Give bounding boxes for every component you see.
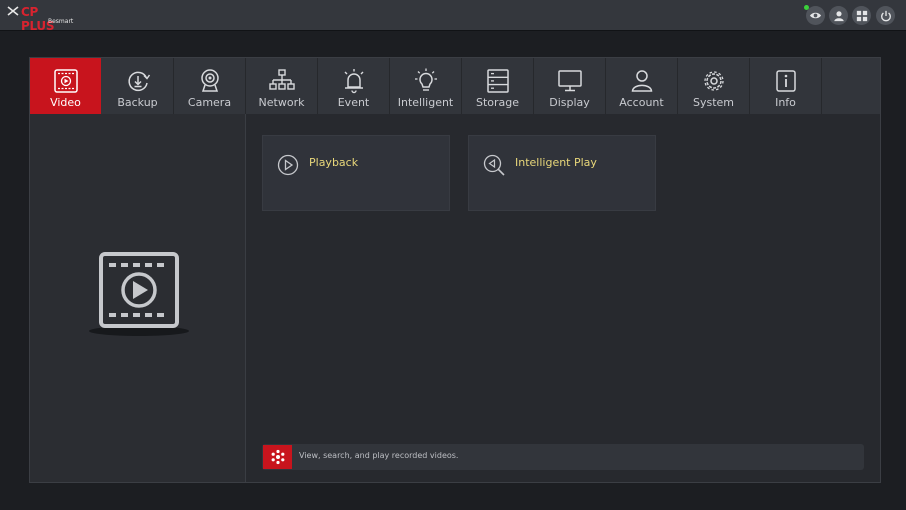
main-menu-panel: Video Backup Camera Network Event Intell… [29,57,881,483]
tab-info[interactable]: Info [750,58,821,114]
account-icon [631,70,652,92]
tab-event[interactable]: Event [318,58,389,114]
tab-label: System [692,96,735,109]
brand-logo: CP PLUS Besmart [7,3,73,33]
hint-icon-badge [263,445,292,469]
tab-display[interactable]: Display [534,58,605,114]
info-hint-text: View, search, and play recorded videos. [299,451,459,460]
layout-grid-button[interactable] [852,6,871,25]
intelligent-play-label: Intelligent Play [515,156,597,169]
playback-card[interactable]: Playback [262,135,450,211]
snowflake-hint-icon [271,449,284,465]
power-icon [880,10,891,21]
tab-intelligent[interactable]: Intelligent [390,58,461,114]
brand-tagline: Besmart [48,18,74,25]
tab-label: Info [775,96,796,109]
tab-label: Camera [187,96,232,109]
tab-divider [821,58,822,114]
tab-label: Backup [117,96,158,109]
main-tab-bar: Video Backup Camera Network Event Intell… [30,58,880,119]
network-icon [268,69,295,90]
intelligent-bulb-icon [414,68,437,91]
tab-label: Intelligent [397,96,454,109]
eye-icon [809,12,822,19]
grid-icon [856,10,867,21]
tab-label: Network [258,96,305,109]
intelligent-play-icon [483,154,505,176]
user-icon [833,10,844,21]
tab-storage[interactable]: Storage [462,58,533,114]
tab-network[interactable]: Network [246,58,317,114]
video-play-icon [53,69,78,93]
tab-backup[interactable]: Backup [102,58,173,114]
tab-account[interactable]: Account [606,58,677,114]
brand-mark-icon [7,6,19,16]
top-bar: CP PLUS Besmart [0,0,906,33]
tab-label: Storage [475,96,520,109]
storage-icon [486,69,509,93]
backup-icon [127,71,150,92]
intelligent-play-card[interactable]: Intelligent Play [468,135,656,211]
tab-system[interactable]: System [678,58,749,114]
event-alarm-icon [344,69,363,94]
tab-label: Video [50,96,81,109]
preview-eye-button[interactable] [806,6,825,25]
power-button[interactable] [876,6,895,25]
video-play-large-icon [89,252,189,336]
camera-icon [200,69,219,92]
tab-label: Event [337,96,370,109]
playback-label: Playback [309,156,359,169]
user-button[interactable] [829,6,848,25]
tab-label: Account [619,96,664,109]
info-icon [775,70,796,92]
display-monitor-icon [557,70,582,92]
gear-icon [703,71,724,91]
tab-camera[interactable]: Camera [174,58,245,114]
tab-video[interactable]: Video [30,58,101,119]
tab-label: Display [549,96,590,109]
category-preview-pane [30,114,246,482]
playback-icon [277,154,299,176]
info-hint-bar: View, search, and play recorded videos. [262,444,864,470]
